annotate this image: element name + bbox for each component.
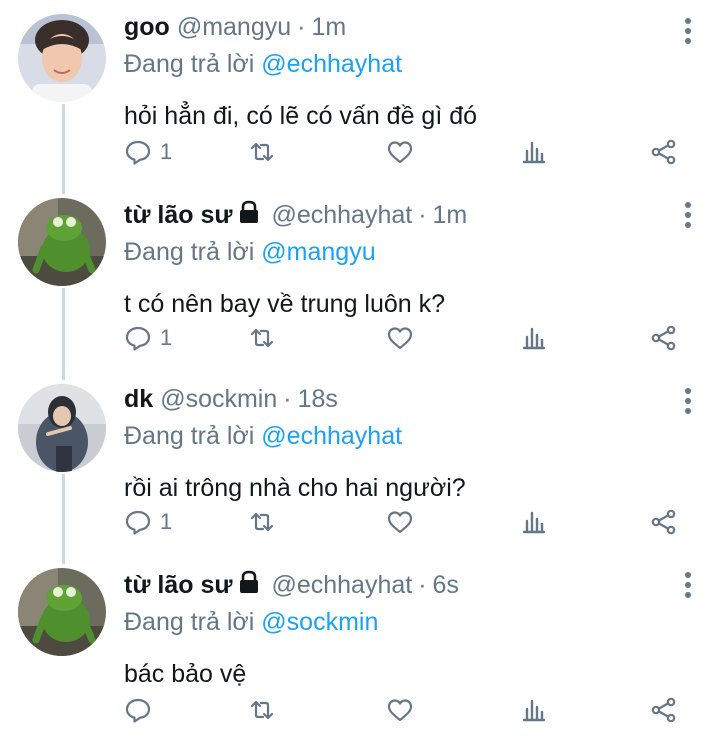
analytics-icon bbox=[522, 699, 546, 722]
more-options-icon[interactable] bbox=[684, 202, 692, 232]
tweet-header: từ lão sư @echhayhat · 6s bbox=[124, 566, 700, 604]
user-handle[interactable]: @sockmin bbox=[160, 385, 277, 414]
analytics-button[interactable] bbox=[520, 318, 548, 358]
mention-link[interactable]: @echhayhat bbox=[261, 50, 402, 78]
heart-icon bbox=[387, 511, 413, 534]
avatar[interactable] bbox=[18, 568, 106, 656]
share-button[interactable] bbox=[650, 132, 678, 172]
separator-dot: · bbox=[283, 384, 292, 413]
retweet-icon bbox=[250, 328, 274, 348]
tweet[interactable]: dk @sockmin · 18s Đang trả lời @echhayha… bbox=[0, 372, 720, 556]
reply-context: Đang trả lời @echhayhat bbox=[124, 46, 700, 82]
more-options-icon[interactable] bbox=[684, 572, 692, 602]
person-photo-icon bbox=[18, 14, 106, 102]
display-name[interactable]: goo bbox=[124, 13, 170, 42]
reply-button[interactable]: 1 bbox=[124, 318, 172, 358]
frog-photo-icon bbox=[18, 568, 106, 656]
timestamp[interactable]: 1m bbox=[311, 13, 346, 42]
retweet-icon bbox=[250, 700, 274, 720]
reply-context: Đang trả lời @mangyu bbox=[124, 234, 700, 270]
tweet-text: bác bảo vệ bbox=[124, 660, 247, 688]
avatar[interactable] bbox=[18, 384, 106, 472]
tweet-header: dk @sockmin · 18s bbox=[124, 380, 700, 418]
display-name[interactable]: từ lão sư bbox=[124, 201, 232, 230]
reply-icon bbox=[125, 326, 151, 351]
reply-icon bbox=[125, 510, 151, 535]
tweet-header: goo @mangyu · 1m bbox=[124, 8, 700, 46]
heart-icon bbox=[387, 699, 413, 722]
user-handle[interactable]: @mangyu bbox=[177, 13, 291, 42]
action-bar: 1 bbox=[124, 502, 684, 542]
tweet[interactable]: từ lão sư @echhayhat · 1m Đang trả lời @… bbox=[0, 186, 720, 372]
analytics-button[interactable] bbox=[520, 132, 548, 172]
reply-prefix: Đang trả lời bbox=[124, 422, 255, 450]
reply-context: Đang trả lời @echhayhat bbox=[124, 418, 700, 454]
retweet-icon bbox=[250, 512, 274, 532]
share-icon bbox=[651, 697, 676, 723]
mention-link[interactable]: @mangyu bbox=[261, 238, 375, 266]
more-options-icon[interactable] bbox=[684, 18, 692, 48]
reply-count: 1 bbox=[160, 139, 173, 164]
reply-button[interactable]: 1 bbox=[124, 132, 172, 172]
reply-icon bbox=[125, 140, 151, 165]
analytics-icon bbox=[522, 327, 546, 350]
more-options-icon[interactable] bbox=[684, 388, 692, 418]
display-name[interactable]: từ lão sư bbox=[124, 571, 232, 600]
analytics-button[interactable] bbox=[520, 690, 548, 730]
retweet-icon bbox=[250, 142, 274, 162]
action-bar: 1 bbox=[124, 132, 684, 172]
separator-dot: · bbox=[297, 12, 306, 41]
share-icon bbox=[651, 139, 676, 165]
share-icon bbox=[651, 509, 676, 535]
analytics-button[interactable] bbox=[520, 502, 548, 542]
like-button[interactable] bbox=[386, 690, 414, 730]
share-icon bbox=[651, 325, 676, 351]
reply-prefix: Đang trả lời bbox=[124, 238, 255, 266]
timestamp[interactable]: 18s bbox=[298, 385, 338, 414]
person-photo-icon bbox=[18, 384, 106, 472]
reply-count: 1 bbox=[160, 509, 173, 534]
timestamp[interactable]: 1m bbox=[433, 201, 468, 230]
analytics-icon bbox=[522, 511, 546, 534]
heart-icon bbox=[387, 141, 413, 164]
tweet[interactable]: từ lão sư @echhayhat · 6s Đang trả lời @… bbox=[0, 556, 720, 736]
tweet[interactable]: goo @mangyu · 1m Đang trả lời @echhayhat… bbox=[0, 0, 720, 186]
like-button[interactable] bbox=[386, 132, 414, 172]
reply-button[interactable] bbox=[124, 690, 160, 730]
user-handle[interactable]: @echhayhat bbox=[271, 571, 412, 600]
like-button[interactable] bbox=[386, 502, 414, 542]
share-button[interactable] bbox=[650, 690, 678, 730]
retweet-button[interactable] bbox=[248, 690, 276, 730]
share-button[interactable] bbox=[650, 502, 678, 542]
tweet-text: hỏi hẳn đi, có lẽ có vấn đề gì đó bbox=[124, 102, 478, 130]
reply-button[interactable]: 1 bbox=[124, 502, 172, 542]
separator-dot: · bbox=[418, 570, 427, 599]
avatar[interactable] bbox=[18, 14, 106, 102]
separator-dot: · bbox=[418, 200, 427, 229]
reply-context: Đang trả lời @sockmin bbox=[124, 604, 700, 640]
reply-icon bbox=[125, 698, 151, 723]
reply-count: 1 bbox=[160, 325, 173, 350]
analytics-icon bbox=[522, 141, 546, 164]
lock-icon bbox=[238, 200, 260, 231]
share-button[interactable] bbox=[650, 318, 678, 358]
reply-prefix: Đang trả lời bbox=[124, 608, 255, 636]
frog-photo-icon bbox=[18, 198, 106, 286]
heart-icon bbox=[387, 327, 413, 350]
retweet-button[interactable] bbox=[248, 132, 276, 172]
avatar[interactable] bbox=[18, 198, 106, 286]
action-bar: 1 bbox=[124, 318, 684, 358]
action-bar bbox=[124, 690, 684, 730]
retweet-button[interactable] bbox=[248, 318, 276, 358]
tweet-header: từ lão sư @echhayhat · 1m bbox=[124, 196, 700, 234]
lock-icon bbox=[238, 570, 260, 601]
mention-link[interactable]: @echhayhat bbox=[261, 422, 402, 450]
timestamp[interactable]: 6s bbox=[433, 571, 459, 600]
mention-link[interactable]: @sockmin bbox=[261, 608, 378, 636]
like-button[interactable] bbox=[386, 318, 414, 358]
retweet-button[interactable] bbox=[248, 502, 276, 542]
display-name[interactable]: dk bbox=[124, 385, 153, 414]
reply-prefix: Đang trả lời bbox=[124, 50, 255, 78]
user-handle[interactable]: @echhayhat bbox=[271, 201, 412, 230]
